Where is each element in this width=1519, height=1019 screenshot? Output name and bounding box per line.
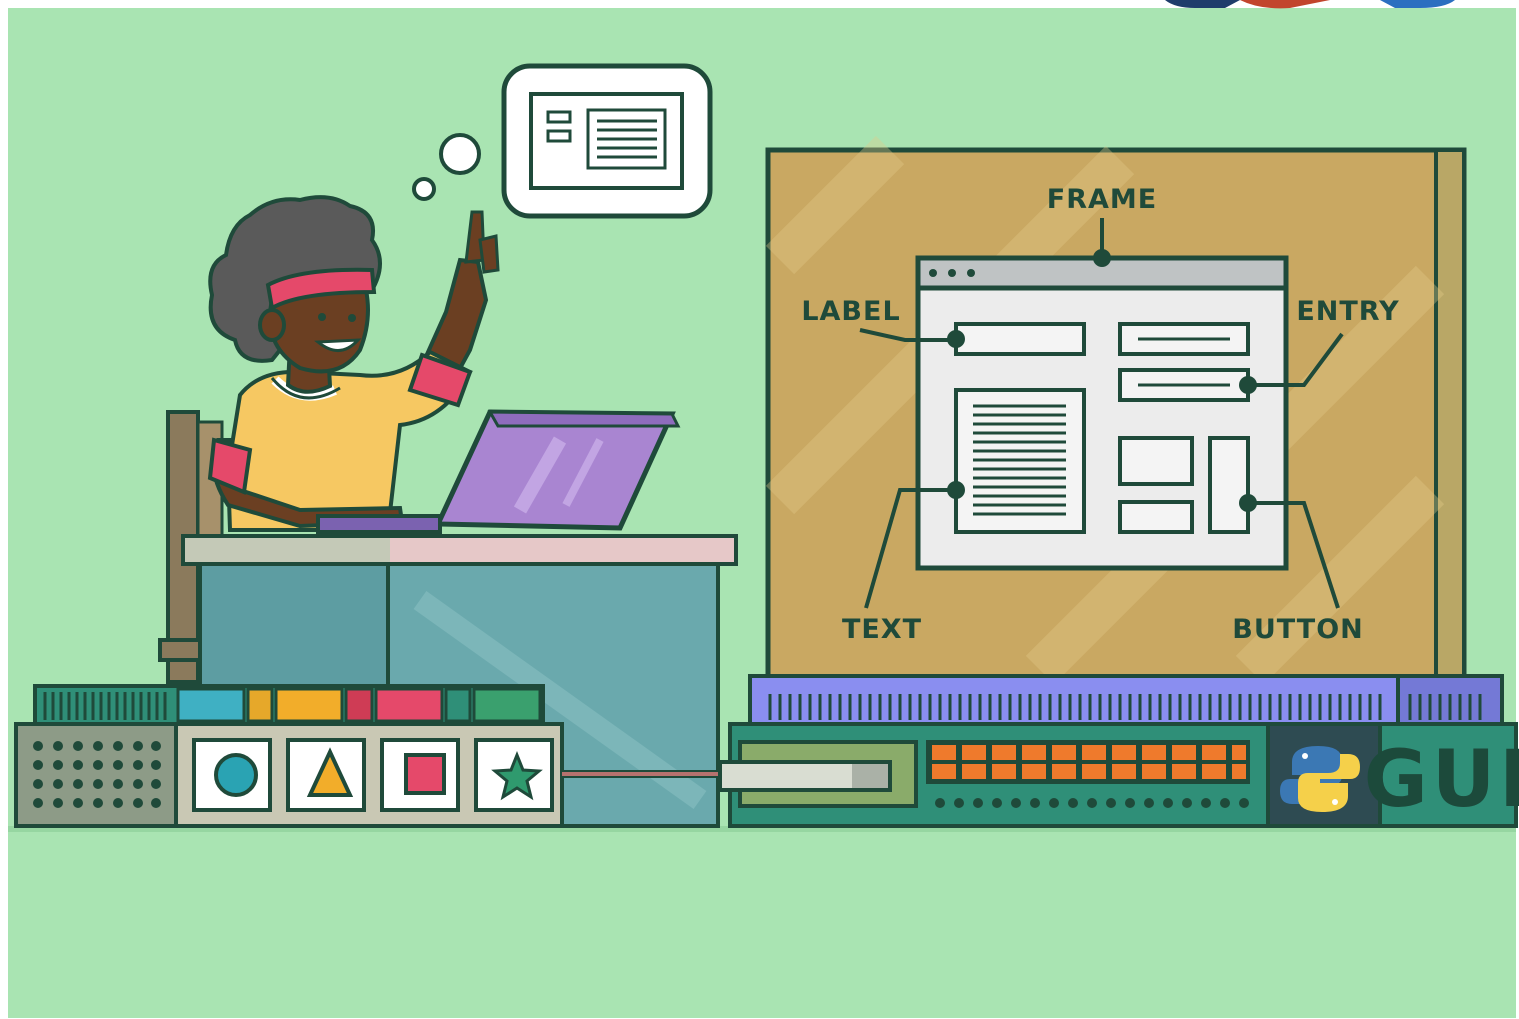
text-label: TEXT — [842, 614, 922, 645]
window-mock — [915, 255, 1289, 571]
gui-board: FRAME LABEL ENTRY TEXT BUTTON — [765, 135, 1467, 685]
star-icon — [474, 738, 554, 812]
gui-illustration: FRAME LABEL ENTRY TEXT BUTTON GUI — [8, 0, 1519, 1018]
triangle-icon — [286, 738, 366, 812]
gui-badge: GUI — [1364, 735, 1519, 825]
right-rack: GUI — [718, 674, 1519, 828]
left-rack — [14, 684, 564, 828]
entry-label: ENTRY — [1296, 296, 1399, 327]
frame-label: FRAME — [1047, 184, 1157, 215]
button-label: BUTTON — [1232, 614, 1364, 645]
square-icon — [380, 738, 460, 812]
label-label: LABEL — [801, 296, 900, 327]
circle-icon — [192, 738, 272, 812]
thought-bubble-window-icon — [529, 92, 684, 190]
avatar-fragment — [1160, 0, 1460, 9]
